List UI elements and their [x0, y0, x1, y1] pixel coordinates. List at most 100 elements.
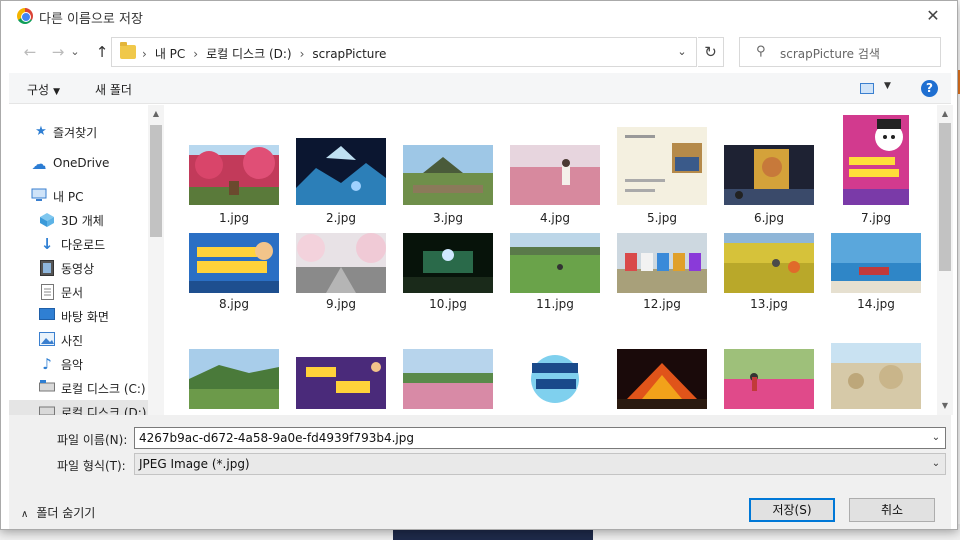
music-icon: ♪	[42, 355, 52, 373]
file-item[interactable]: 12.jpg	[612, 231, 712, 327]
file-name: 5.jpg	[646, 211, 678, 225]
sidebar-item-favorites[interactable]: ★ 즐겨찾기	[9, 120, 149, 144]
sidebar-item-pictures[interactable]: 사진	[9, 328, 149, 352]
file-item[interactable]: 11.jpg	[505, 231, 605, 327]
filetype-select[interactable]: JPEG Image (*.jpg) ⌄	[134, 453, 946, 475]
refresh-button[interactable]: ↻	[698, 37, 724, 67]
file-item[interactable]	[612, 349, 712, 415]
search-input[interactable]: ⚲ scrapPicture 검색	[739, 37, 941, 67]
scrollbar-thumb[interactable]	[150, 125, 162, 237]
file-item[interactable]: 5.jpg	[612, 127, 712, 239]
file-item[interactable]	[826, 343, 926, 415]
file-item[interactable]: 7.jpg	[826, 115, 926, 239]
file-thumbnail	[296, 138, 386, 205]
file-item[interactable]: 4.jpg	[505, 143, 605, 239]
file-thumbnail	[724, 349, 814, 409]
file-name: 14.jpg	[857, 297, 895, 311]
sidebar-item-label: 음악	[61, 358, 84, 372]
sidebar-item-documents[interactable]: 문서	[9, 280, 149, 304]
file-item[interactable]	[719, 349, 819, 415]
star-icon: ★	[35, 124, 47, 139]
file-thumbnail	[403, 233, 493, 293]
file-item[interactable]	[184, 349, 284, 415]
sidebar-item-onedrive[interactable]: ☁ OneDrive	[9, 152, 149, 176]
hide-folders-label: 폴더 숨기기	[36, 506, 96, 520]
chevron-down-icon[interactable]: ⌄	[929, 429, 943, 447]
sidebar-item-label: 내 PC	[53, 190, 84, 204]
download-icon: ↓	[40, 235, 54, 253]
file-item[interactable]: 3.jpg	[398, 143, 498, 239]
file-thumbnail	[189, 145, 279, 205]
file-thumbnail	[831, 343, 921, 409]
address-bar[interactable]: › 내 PC › 로컬 디스크 (D:) › scrapPicture ⌄	[111, 37, 697, 67]
file-item[interactable]	[505, 343, 605, 415]
sidebar-item-label: 즐겨찾기	[53, 126, 98, 140]
title-bar: 다른 이름으로 저장 ✕	[1, 1, 957, 31]
sidebar-item-desktop[interactable]: 바탕 화면	[9, 304, 149, 328]
scroll-up-icon[interactable]: ▲	[148, 107, 164, 121]
computer-icon	[31, 188, 47, 204]
chevron-right-icon: ›	[142, 47, 147, 61]
save-as-dialog: 다른 이름으로 저장 ✕ ← → ⌄ ↑ › 내 PC › 로컬 디스크 (D:) › s…	[0, 0, 958, 530]
file-item[interactable]	[398, 349, 498, 415]
sidebar-scrollbar[interactable]: ▲	[148, 105, 164, 415]
cloud-icon: ☁	[31, 155, 47, 173]
desktop-icon	[39, 308, 55, 324]
new-folder-button[interactable]: 새 폴더	[95, 81, 132, 98]
file-item[interactable]	[291, 349, 391, 415]
file-grid-scrollbar[interactable]: ▲ ▼	[937, 105, 953, 415]
search-placeholder: scrapPicture 검색	[780, 47, 880, 61]
file-item[interactable]: 1.jpg	[184, 143, 284, 239]
filename-label: 파일 이름(N):	[57, 433, 128, 447]
folder-icon	[120, 42, 136, 59]
hide-folders-toggle[interactable]: ∧ 폴더 숨기기	[21, 504, 95, 521]
file-item[interactable]: 8.jpg	[184, 231, 284, 327]
cancel-button[interactable]: 취소	[849, 498, 935, 522]
file-thumbnail	[831, 233, 921, 293]
back-button[interactable]: ←	[19, 41, 41, 63]
save-button[interactable]: 저장(S)	[749, 498, 835, 522]
sidebar-item-drive-d[interactable]: 로컬 디스크 (D:)	[9, 400, 149, 415]
scroll-up-icon[interactable]: ▲	[937, 107, 953, 121]
change-view-button[interactable]: ▼	[860, 81, 900, 97]
navigation-pane: ★ 즐겨찾기 ☁ OneDrive 내 PC 3D 개체 ↓ 다운로드 동영상 …	[9, 105, 164, 415]
file-item[interactable]: 9.jpg	[291, 231, 391, 327]
file-item[interactable]: 2.jpg	[291, 138, 391, 239]
file-thumbnail	[510, 343, 600, 409]
filename-value: 4267b9ac-d672-4a58-9a0e-fd4939f793b4.jpg	[139, 431, 414, 445]
address-dropdown-icon[interactable]: ⌄	[668, 38, 696, 66]
sidebar-item-downloads[interactable]: ↓ 다운로드	[9, 232, 149, 256]
breadcrumb-item-scrappicture[interactable]: scrapPicture	[312, 47, 386, 61]
file-item[interactable]: 14.jpg	[826, 231, 926, 327]
organize-menu-button[interactable]: 구성 ▼	[27, 81, 60, 98]
navigation-row: ← → ⌄ ↑ › 내 PC › 로컬 디스크 (D:) › scrapPicture ⌄…	[1, 37, 957, 67]
up-button[interactable]: ↑	[91, 41, 113, 63]
sidebar-item-my-pc[interactable]: 내 PC	[9, 184, 149, 208]
recent-locations-chevron-icon[interactable]: ⌄	[69, 41, 81, 63]
sidebar-item-drive-c[interactable]: 로컬 디스크 (C:)	[9, 376, 149, 400]
filename-field[interactable]: 4267b9ac-d672-4a58-9a0e-fd4939f793b4.jpg…	[134, 427, 946, 449]
file-item[interactable]: 6.jpg	[719, 143, 819, 239]
sidebar-item-3d-objects[interactable]: 3D 개체	[9, 208, 149, 232]
file-thumbnail	[724, 145, 814, 205]
view-icon	[860, 83, 874, 94]
chevron-down-icon[interactable]: ⌄	[929, 455, 943, 473]
document-icon	[39, 284, 55, 300]
filetype-label: 파일 형식(T):	[57, 459, 126, 473]
scrollbar-thumb[interactable]	[939, 123, 951, 271]
help-button[interactable]: ?	[921, 80, 938, 97]
close-button[interactable]: ✕	[921, 5, 945, 27]
breadcrumb-item-my-pc[interactable]: 내 PC	[155, 47, 185, 61]
sidebar-item-music[interactable]: ♪ 음악	[9, 352, 149, 376]
file-thumbnail	[843, 115, 909, 205]
breadcrumb-item-drive-d[interactable]: 로컬 디스크 (D:)	[206, 47, 291, 61]
sidebar-item-videos[interactable]: 동영상	[9, 256, 149, 280]
breadcrumb: › 내 PC › 로컬 디스크 (D:) › scrapPicture	[142, 45, 386, 62]
scroll-down-icon[interactable]: ▼	[937, 399, 953, 413]
file-item[interactable]: 13.jpg	[719, 231, 819, 327]
file-thumbnail	[510, 233, 600, 293]
forward-button[interactable]: →	[47, 41, 69, 63]
filetype-value: JPEG Image (*.jpg)	[139, 457, 250, 471]
caret-down-icon: ▼	[53, 87, 61, 97]
file-item[interactable]: 10.jpg	[398, 231, 498, 327]
